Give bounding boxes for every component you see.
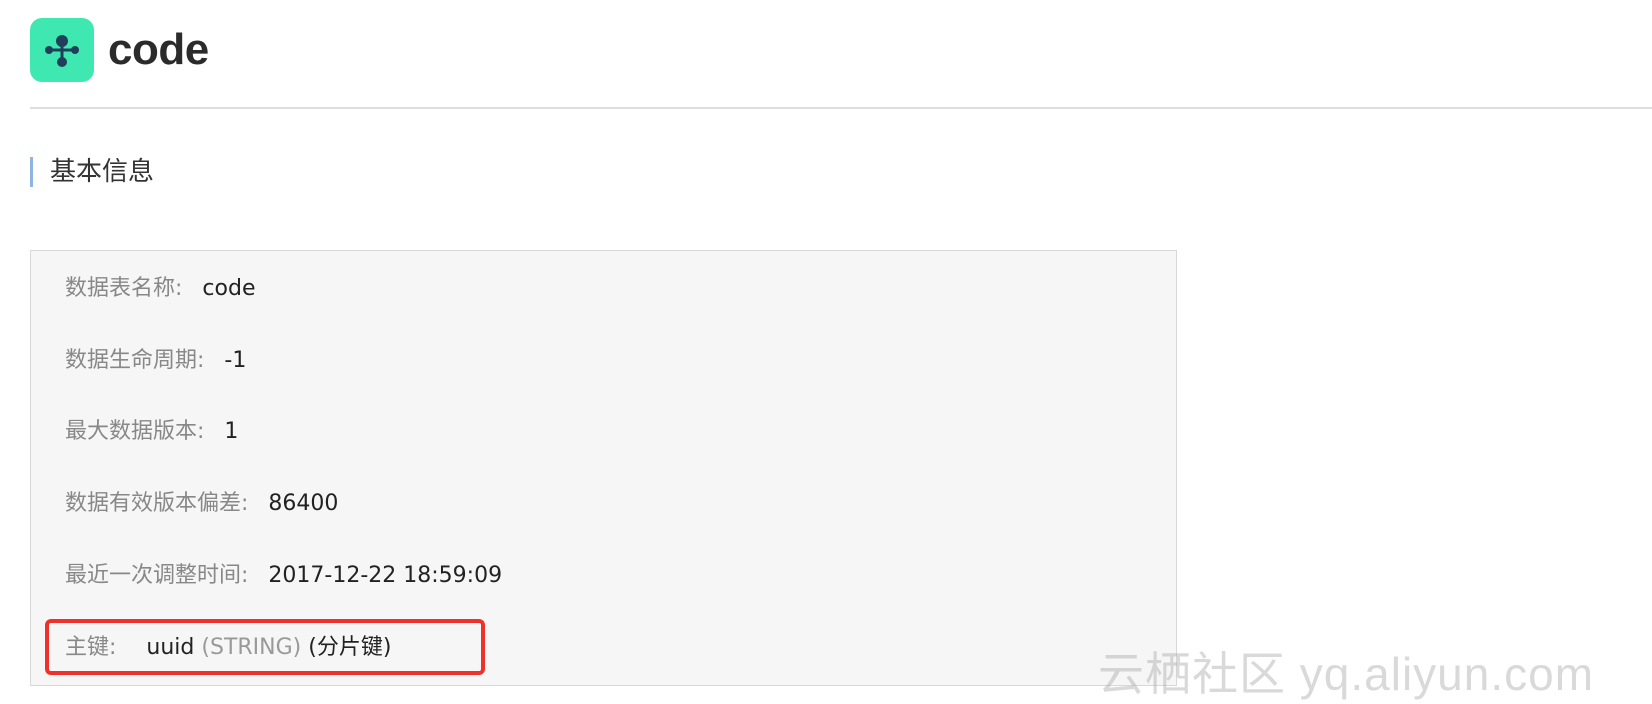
lifecycle-label: 数据生命周期: [65, 348, 205, 373]
primary-key-highlight-box [45, 619, 485, 675]
last-modified-label: 最近一次调整时间: [65, 563, 249, 588]
lifecycle-value: -1 [224, 348, 247, 373]
info-row-table-name: 数据表名称: code [65, 275, 255, 303]
watermark: 云栖社区 yq.aliyun.com [1098, 648, 1595, 700]
version-offset-label: 数据有效版本偏差: [65, 491, 249, 516]
info-row-last-modified: 最近一次调整时间: 2017-12-22 18:59:09 [65, 562, 502, 590]
table-name-label: 数据表名称: [65, 276, 183, 301]
share-node-icon [30, 18, 94, 82]
info-row-max-versions: 最大数据版本: 1 [65, 418, 238, 446]
info-row-version-offset: 数据有效版本偏差: 86400 [65, 490, 338, 518]
max-versions-label: 最大数据版本: [65, 419, 205, 444]
info-row-lifecycle: 数据生命周期: -1 [65, 347, 246, 375]
page-header: code [30, 18, 209, 82]
header-divider [30, 107, 1652, 109]
section-title: 基本信息 [30, 157, 154, 187]
max-versions-value: 1 [224, 419, 239, 444]
last-modified-value: 2017-12-22 18:59:09 [268, 563, 503, 588]
page-title: code [108, 25, 209, 74]
version-offset-value: 86400 [268, 491, 339, 516]
table-name-value: code [202, 276, 256, 301]
info-panel: 数据表名称: code 数据生命周期: -1 最大数据版本: 1 数据有效版本偏差: 8… [30, 250, 1177, 686]
